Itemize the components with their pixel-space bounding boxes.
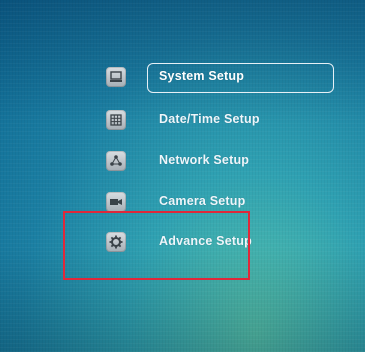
- setup-menu: System Setup Date/Time Setup Network Set…: [0, 0, 365, 352]
- menu-item-label: System Setup: [159, 69, 245, 83]
- menu-item-label: Network Setup: [159, 153, 250, 167]
- menu-item-label: Date/Time Setup: [159, 112, 260, 126]
- menu-item-system-setup[interactable]: System Setup: [106, 63, 341, 93]
- calendar-grid-icon: [106, 110, 126, 130]
- network-icon: [106, 151, 126, 171]
- menu-item-date-time-setup[interactable]: Date/Time Setup: [106, 106, 341, 136]
- menu-item-network-setup[interactable]: Network Setup: [106, 147, 341, 177]
- computer-icon: [106, 67, 126, 87]
- annotation-highlight-box: [63, 211, 250, 280]
- menu-item-label: Camera Setup: [159, 194, 246, 208]
- camera-icon: [106, 192, 126, 212]
